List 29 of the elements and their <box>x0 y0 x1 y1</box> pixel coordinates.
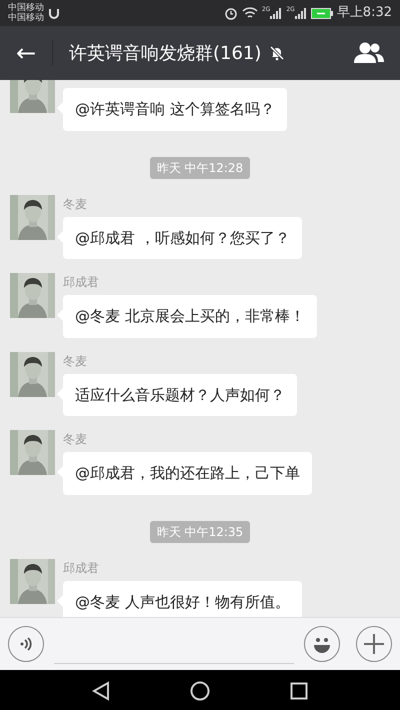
signal-icon <box>270 8 282 18</box>
timestamp: 昨天 中午12:35 <box>150 520 250 542</box>
message-bubble: 适应什么音乐题材？人声如何？ <box>63 374 297 416</box>
carrier-label: 中国移动 <box>8 3 44 13</box>
carrier-label: 中国移动 <box>8 13 44 23</box>
sender-name: 邱成君 <box>63 274 99 291</box>
plus-icon <box>363 633 385 655</box>
voice-button[interactable] <box>8 626 44 662</box>
wifi-icon <box>242 6 258 20</box>
emoji-button[interactable] <box>304 626 340 662</box>
message-bubble: @邱成君，我的还在路上，己下单 <box>63 452 312 494</box>
message-bubble: @许英谔音响 这个算签名吗？ <box>63 88 287 130</box>
message-bubble: @冬麦 人声也很好！物有所值。 <box>63 580 302 617</box>
sender-name: 冬麦 <box>63 431 87 448</box>
chat-title: 许英谔音响发烧群(161) <box>69 42 262 66</box>
notification-icon <box>48 7 60 19</box>
timestamp: 昨天 中午12:28 <box>150 156 250 178</box>
message-bubble: @邱成君 ，听感如何？您买了？ <box>63 216 302 259</box>
message-bubble: @冬麦 北京展会上买的，非常棒！ <box>63 295 317 338</box>
status-time: 早上8:32 <box>336 4 392 22</box>
battery-icon <box>310 8 333 18</box>
back-button[interactable]: ← <box>0 35 52 71</box>
signal-icon <box>294 8 307 18</box>
alarm-icon <box>224 6 238 20</box>
add-button[interactable] <box>356 626 392 662</box>
sender-name: 冬麦 <box>63 196 87 212</box>
sender-name: 冬麦 <box>63 352 87 370</box>
group-members-icon[interactable] <box>354 41 384 65</box>
sender-name: 邱成君 <box>63 560 99 576</box>
